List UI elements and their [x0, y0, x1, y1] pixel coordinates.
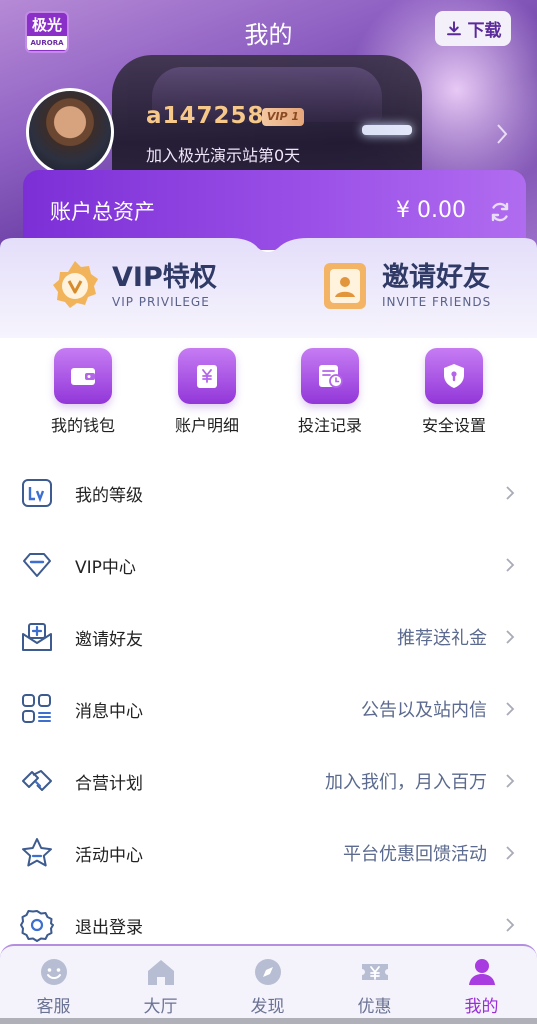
quick-actions: 我的钱包 账户明细 投注记录 安全设置 — [0, 340, 537, 440]
chevron-right-icon[interactable] — [493, 122, 511, 146]
menu-item-invite[interactable]: 邀请好友 推荐送礼金 — [0, 600, 537, 672]
handshake-icon — [22, 770, 52, 791]
invite-card-icon — [324, 263, 366, 309]
service-icon — [40, 959, 67, 985]
menu-label-invite: 邀请好友 — [75, 630, 143, 650]
menu-detail-invite: 推荐送礼金 — [397, 628, 487, 649]
menu-label-partnership: 合营计划 — [75, 774, 143, 794]
tab-label-mine: 我的 — [464, 997, 499, 1017]
user-icon — [468, 959, 495, 985]
diamond-icon — [23, 553, 51, 577]
chevron-right-icon — [506, 702, 515, 716]
menu-item-messages[interactable]: 消息中心 公告以及站内信 — [0, 672, 537, 744]
chevron-right-icon — [506, 558, 515, 572]
wallet-label: 我的钱包 — [50, 416, 115, 435]
invite-friends-button[interactable]: 邀请好友 INVITE FRIENDS — [320, 256, 491, 316]
vip-medal-icon — [53, 261, 98, 308]
join-days-text: 加入极光演示站第0天 — [146, 146, 301, 165]
chevron-right-icon — [506, 846, 515, 860]
bill-icon — [178, 348, 236, 404]
tab-label-discover: 发现 — [250, 997, 285, 1017]
menu-detail-messages: 公告以及站内信 — [361, 700, 487, 721]
chevron-right-icon — [506, 774, 515, 788]
vip-privilege-subtitle: VIP PRIVILEGE — [112, 295, 210, 309]
chevron-right-icon — [506, 486, 515, 500]
tab-mine[interactable]: 我的 — [428, 956, 535, 1017]
bottom-tab-bar: 客服 大厅 发现 优惠 我的 — [0, 944, 537, 1024]
chevron-right-icon — [506, 630, 515, 644]
account-details-button[interactable]: 账户明细 — [157, 348, 257, 436]
menu-label-logout: 退出登录 — [75, 918, 143, 938]
bet-record-button[interactable]: 投注记录 — [280, 348, 380, 436]
vip-privilege-title: VIP特权 — [112, 262, 217, 293]
wallet-button[interactable]: 我的钱包 — [33, 348, 133, 436]
menu-label-activities: 活动中心 — [75, 846, 143, 866]
record-icon — [301, 348, 359, 404]
menu-item-level[interactable]: 我的等级 — [0, 456, 537, 528]
menu-detail-activities: 平台优惠回馈活动 — [343, 844, 487, 865]
tab-label-service: 客服 — [36, 997, 71, 1017]
invite-icon — [22, 623, 52, 651]
assets-label: 账户总资产 — [50, 200, 155, 224]
refresh-icon[interactable] — [488, 200, 512, 224]
message-grid-icon — [22, 694, 51, 723]
shield-icon — [425, 348, 483, 404]
download-label: 下载 — [467, 21, 502, 41]
tab-discover[interactable]: 发现 — [214, 956, 321, 1017]
vip-privilege-button[interactable]: VIP特权 VIP PRIVILEGE — [50, 256, 217, 316]
star-icon — [22, 838, 52, 867]
menu-label-vip-center: VIP中心 — [75, 558, 136, 578]
level-icon — [22, 479, 52, 507]
coupon-icon — [361, 964, 388, 980]
tab-label-promotions: 优惠 — [357, 997, 392, 1017]
download-icon — [446, 20, 461, 35]
avatar[interactable] — [26, 88, 114, 176]
home-icon — [147, 960, 174, 985]
menu-label-level: 我的等级 — [75, 486, 143, 506]
chevron-right-icon — [506, 918, 515, 932]
menu-label-messages: 消息中心 — [75, 702, 143, 722]
security-settings-label: 安全设置 — [421, 416, 486, 435]
home-indicator — [0, 1018, 537, 1024]
account-details-label: 账户明细 — [174, 416, 239, 435]
menu-item-partnership[interactable]: 合营计划 加入我们，月入百万 — [0, 744, 537, 816]
assets-value: ¥ 0.00 — [396, 198, 466, 223]
invite-friends-subtitle: INVITE FRIENDS — [382, 295, 492, 309]
tab-customer-service[interactable]: 客服 — [0, 956, 107, 1017]
menu-item-vip-center[interactable]: VIP中心 — [0, 528, 537, 600]
tab-promotions[interactable]: 优惠 — [321, 956, 428, 1017]
security-settings-button[interactable]: 安全设置 — [404, 348, 504, 436]
privilege-row: VIP特权 VIP PRIVILEGE 邀请好友 INVITE FRIENDS — [0, 238, 537, 338]
bet-record-label: 投注记录 — [297, 416, 362, 435]
username: a147258 — [146, 103, 265, 129]
gear-icon — [20, 910, 54, 942]
tab-lobby[interactable]: 大厅 — [107, 956, 214, 1017]
vip-level-badge: VIP 1 — [262, 108, 304, 126]
wallet-icon — [54, 348, 112, 404]
tab-label-lobby: 大厅 — [143, 997, 178, 1017]
menu-detail-partnership: 加入我们，月入百万 — [325, 772, 487, 793]
download-button[interactable]: 下载 — [435, 11, 511, 46]
compass-icon — [254, 959, 281, 985]
invite-friends-title: 邀请好友 — [382, 262, 490, 293]
menu-item-activities[interactable]: 活动中心 平台优惠回馈活动 — [0, 816, 537, 888]
